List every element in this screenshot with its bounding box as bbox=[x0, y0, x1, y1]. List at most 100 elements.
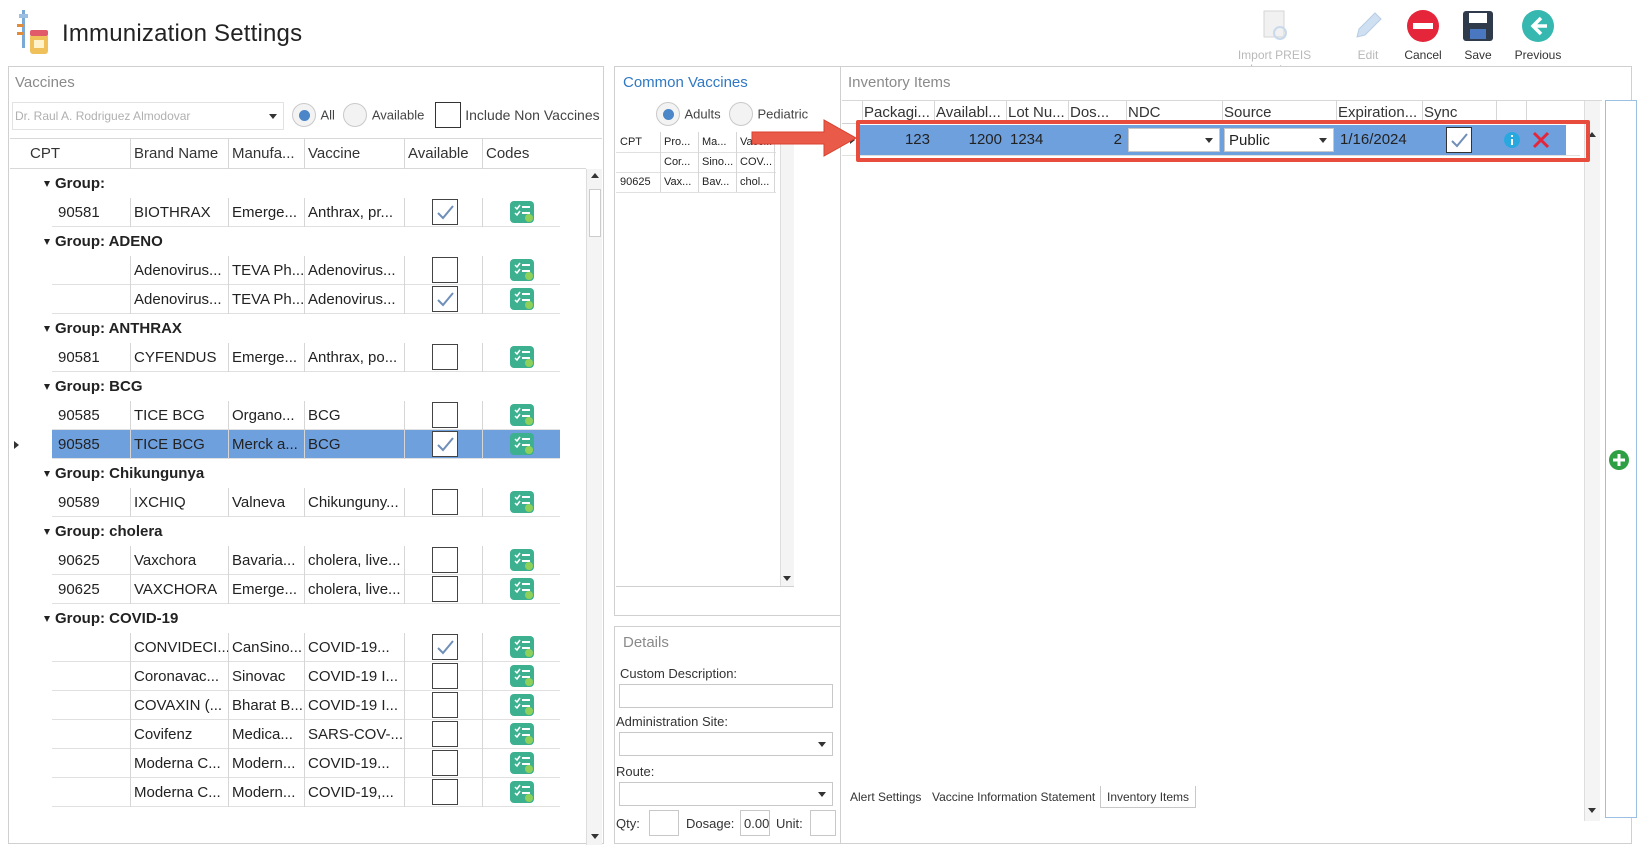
codes-icon[interactable] bbox=[510, 201, 534, 223]
column-header[interactable]: Available bbox=[408, 145, 484, 162]
inventory-column-header[interactable]: Sync bbox=[1424, 104, 1494, 121]
column-header[interactable]: Vaccine bbox=[308, 145, 404, 162]
available-checkbox[interactable] bbox=[432, 431, 458, 457]
available-checkbox[interactable] bbox=[432, 402, 458, 428]
vaccine-row[interactable] bbox=[52, 430, 560, 459]
available-checkbox[interactable] bbox=[432, 199, 458, 225]
scroll-up-arrow[interactable] bbox=[591, 173, 599, 178]
edit-button[interactable]: Edit bbox=[1344, 8, 1392, 62]
collapse-triangle-icon[interactable] bbox=[44, 616, 50, 623]
collapse-triangle-icon[interactable] bbox=[44, 471, 50, 478]
group-header[interactable]: Group: ANTHRAX bbox=[44, 320, 182, 337]
available-checkbox[interactable] bbox=[432, 692, 458, 718]
save-button[interactable]: Save bbox=[1456, 8, 1500, 62]
inventory-column-header[interactable]: Availabl... bbox=[936, 104, 1004, 121]
column-header[interactable]: Manufa... bbox=[232, 145, 306, 162]
unit-input[interactable] bbox=[810, 810, 836, 836]
codes-icon[interactable] bbox=[510, 259, 534, 281]
common-column-header[interactable]: Pro... bbox=[664, 136, 696, 148]
column-header[interactable]: Codes bbox=[486, 145, 546, 162]
available-checkbox[interactable] bbox=[432, 750, 458, 776]
collapse-triangle-icon[interactable] bbox=[44, 384, 50, 391]
available-checkbox[interactable] bbox=[432, 779, 458, 805]
vaccine-row[interactable] bbox=[52, 662, 560, 691]
tab-vaccine-information-statement[interactable]: Vaccine Information Statement bbox=[926, 786, 1101, 808]
inventory-scrollbar[interactable] bbox=[1584, 101, 1600, 821]
common-column-header[interactable]: Ma... bbox=[702, 136, 734, 148]
collapse-triangle-icon[interactable] bbox=[44, 239, 50, 246]
scroll-down-arrow[interactable] bbox=[591, 834, 599, 839]
codes-icon[interactable] bbox=[510, 781, 534, 803]
column-header[interactable]: CPT bbox=[30, 145, 128, 162]
available-checkbox[interactable] bbox=[432, 663, 458, 689]
provider-select[interactable]: Dr. Raul A. Rodriguez Almodovar bbox=[12, 102, 284, 130]
available-checkbox[interactable] bbox=[432, 547, 458, 573]
column-header[interactable]: Brand Name bbox=[134, 145, 230, 162]
vaccine-row[interactable] bbox=[52, 343, 560, 372]
vaccine-row[interactable] bbox=[52, 285, 560, 314]
vaccine-row[interactable] bbox=[52, 488, 560, 517]
vaccine-row[interactable] bbox=[52, 778, 560, 807]
inventory-column-header[interactable]: Source bbox=[1224, 104, 1334, 121]
group-header[interactable]: Group: Chikungunya bbox=[44, 465, 204, 482]
codes-icon[interactable] bbox=[510, 636, 534, 658]
codes-icon[interactable] bbox=[510, 578, 534, 600]
vaccines-scrollbar[interactable] bbox=[586, 169, 602, 845]
collapse-triangle-icon[interactable] bbox=[44, 529, 50, 536]
codes-icon[interactable] bbox=[510, 433, 534, 455]
codes-icon[interactable] bbox=[510, 665, 534, 687]
group-header[interactable]: Group: ADENO bbox=[44, 233, 163, 250]
vaccine-row[interactable] bbox=[52, 198, 560, 227]
inventory-column-header[interactable]: NDC bbox=[1128, 104, 1220, 121]
inventory-column-header[interactable]: Lot Nu... bbox=[1008, 104, 1066, 121]
previous-button[interactable]: Previous bbox=[1508, 8, 1568, 62]
adults-radio[interactable] bbox=[656, 102, 680, 126]
vaccine-row[interactable] bbox=[52, 691, 560, 720]
vaccine-row[interactable] bbox=[52, 749, 560, 778]
vaccine-row[interactable] bbox=[52, 256, 560, 285]
vaccine-row[interactable] bbox=[52, 546, 560, 575]
common-scrollbar[interactable] bbox=[780, 132, 794, 586]
vaccine-row[interactable] bbox=[52, 633, 560, 662]
codes-icon[interactable] bbox=[510, 491, 534, 513]
codes-icon[interactable] bbox=[510, 723, 534, 745]
tab-alert-settings[interactable]: Alert Settings bbox=[844, 786, 927, 808]
collapse-triangle-icon[interactable] bbox=[44, 326, 50, 333]
cancel-button[interactable]: Cancel bbox=[1398, 8, 1448, 62]
qty-input[interactable] bbox=[649, 810, 679, 836]
inventory-column-header[interactable]: Expiration... bbox=[1338, 104, 1420, 121]
custom-description-input[interactable] bbox=[619, 684, 833, 708]
available-checkbox[interactable] bbox=[432, 721, 458, 747]
inventory-column-header[interactable]: Packagi... bbox=[864, 104, 932, 121]
administration-site-select[interactable] bbox=[619, 732, 833, 756]
common-column-header[interactable]: CPT bbox=[620, 136, 658, 148]
inventory-column-header[interactable]: Dos... bbox=[1070, 104, 1124, 121]
dosage-input[interactable]: 0.00 bbox=[740, 810, 770, 836]
codes-icon[interactable] bbox=[510, 346, 534, 368]
include-non-vaccines-checkbox[interactable] bbox=[434, 102, 461, 128]
collapse-triangle-icon[interactable] bbox=[44, 181, 50, 188]
tab-inventory-items[interactable]: Inventory Items bbox=[1100, 786, 1197, 808]
filter-all-radio[interactable] bbox=[292, 103, 316, 127]
scroll-down-arrow[interactable] bbox=[783, 576, 791, 581]
add-inventory-button[interactable] bbox=[1609, 450, 1629, 470]
route-select[interactable] bbox=[619, 782, 833, 806]
vaccine-row[interactable] bbox=[52, 401, 560, 430]
inventory-scroll-down[interactable] bbox=[1588, 808, 1596, 813]
group-header[interactable]: Group: BCG bbox=[44, 378, 143, 395]
available-checkbox[interactable] bbox=[432, 286, 458, 312]
codes-icon[interactable] bbox=[510, 404, 534, 426]
vaccine-row[interactable] bbox=[52, 720, 560, 749]
codes-icon[interactable] bbox=[510, 549, 534, 571]
codes-icon[interactable] bbox=[510, 752, 534, 774]
available-checkbox[interactable] bbox=[432, 344, 458, 370]
group-header[interactable]: Group: cholera bbox=[44, 523, 163, 540]
available-checkbox[interactable] bbox=[432, 634, 458, 660]
group-header[interactable]: Group: bbox=[44, 175, 105, 192]
available-checkbox[interactable] bbox=[432, 489, 458, 515]
scroll-thumb[interactable] bbox=[589, 189, 601, 237]
codes-icon[interactable] bbox=[510, 288, 534, 310]
vaccine-row[interactable] bbox=[52, 575, 560, 604]
codes-icon[interactable] bbox=[510, 694, 534, 716]
filter-available-radio[interactable] bbox=[343, 103, 368, 127]
